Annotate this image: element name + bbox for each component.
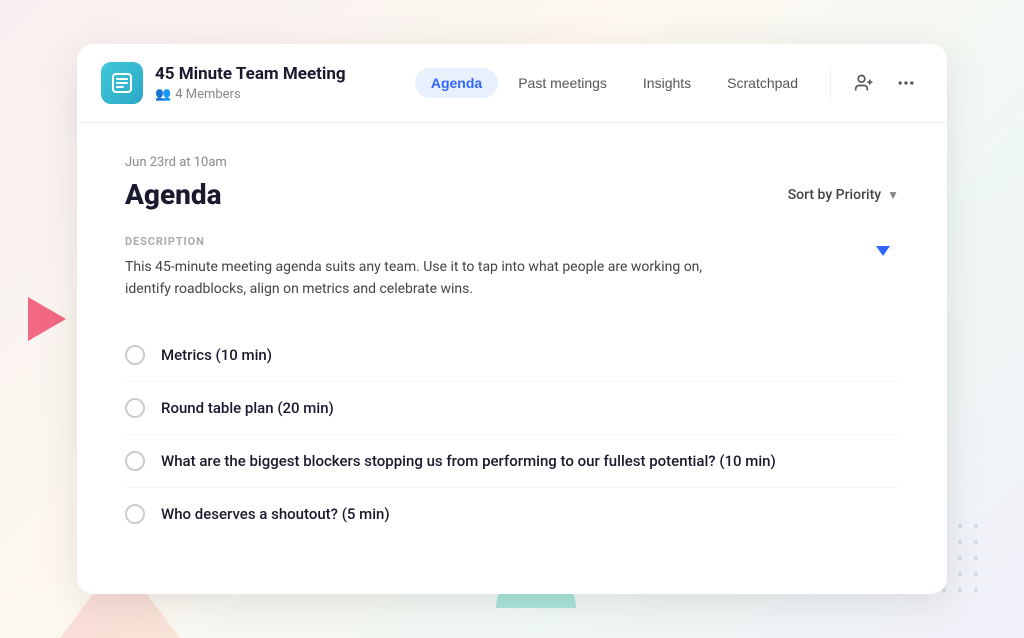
filter-icon[interactable]	[867, 235, 899, 267]
item-radio-3[interactable]	[125, 451, 145, 471]
agenda-item-3[interactable]: What are the biggest blockers stopping u…	[125, 435, 899, 488]
header-actions	[830, 66, 923, 100]
tab-agenda[interactable]: Agenda	[415, 68, 498, 98]
filter-triangle-shape	[876, 246, 890, 256]
agenda-item-1[interactable]: Metrics (10 min)	[125, 329, 899, 382]
item-label-4: Who deserves a shoutout? (5 min)	[161, 505, 390, 523]
meeting-members: 👥 4 Members	[155, 87, 415, 102]
more-options-button[interactable]	[889, 66, 923, 100]
tab-past-meetings[interactable]: Past meetings	[502, 68, 623, 98]
agenda-item-4[interactable]: Who deserves a shoutout? (5 min)	[125, 488, 899, 540]
card-header: 45 Minute Team Meeting 👥 4 Members Agend…	[77, 44, 947, 123]
members-count-label: 4 Members	[175, 87, 240, 102]
item-radio-2[interactable]	[125, 398, 145, 418]
agenda-item-2[interactable]: Round table plan (20 min)	[125, 382, 899, 435]
tab-insights[interactable]: Insights	[627, 68, 707, 98]
meeting-info: 45 Minute Team Meeting 👥 4 Members	[155, 64, 415, 101]
item-label-2: Round table plan (20 min)	[161, 399, 334, 417]
item-label-3: What are the biggest blockers stopping u…	[161, 452, 776, 470]
sort-control[interactable]: Sort by Priority ▼	[788, 187, 899, 203]
description-text: This 45-minute meeting agenda suits any …	[125, 256, 745, 301]
nav-tabs: Agenda Past meetings Insights Scratchpad	[415, 68, 814, 98]
agenda-items-list: Metrics (10 min) Round table plan (20 mi…	[125, 329, 899, 540]
description-label: DESCRIPTION	[125, 235, 899, 248]
sort-arrow-icon: ▼	[887, 188, 899, 202]
meeting-title: 45 Minute Team Meeting	[155, 64, 415, 84]
meeting-date: Jun 23rd at 10am	[125, 155, 899, 170]
add-member-button[interactable]	[847, 66, 881, 100]
item-label-1: Metrics (10 min)	[161, 346, 272, 364]
members-icon: 👥	[155, 87, 171, 102]
description-section: DESCRIPTION This 45-minute meeting agend…	[125, 235, 899, 301]
play-icon	[28, 297, 66, 341]
main-card: 45 Minute Team Meeting 👥 4 Members Agend…	[77, 44, 947, 594]
main-content: Jun 23rd at 10am Agenda Sort by Priority…	[77, 123, 947, 580]
sort-label: Sort by Priority	[788, 187, 881, 203]
agenda-header: Agenda Sort by Priority ▼	[125, 178, 899, 211]
item-radio-1[interactable]	[125, 345, 145, 365]
app-icon	[101, 62, 143, 104]
tab-scratchpad[interactable]: Scratchpad	[711, 68, 814, 98]
item-radio-4[interactable]	[125, 504, 145, 524]
agenda-title: Agenda	[125, 178, 222, 211]
